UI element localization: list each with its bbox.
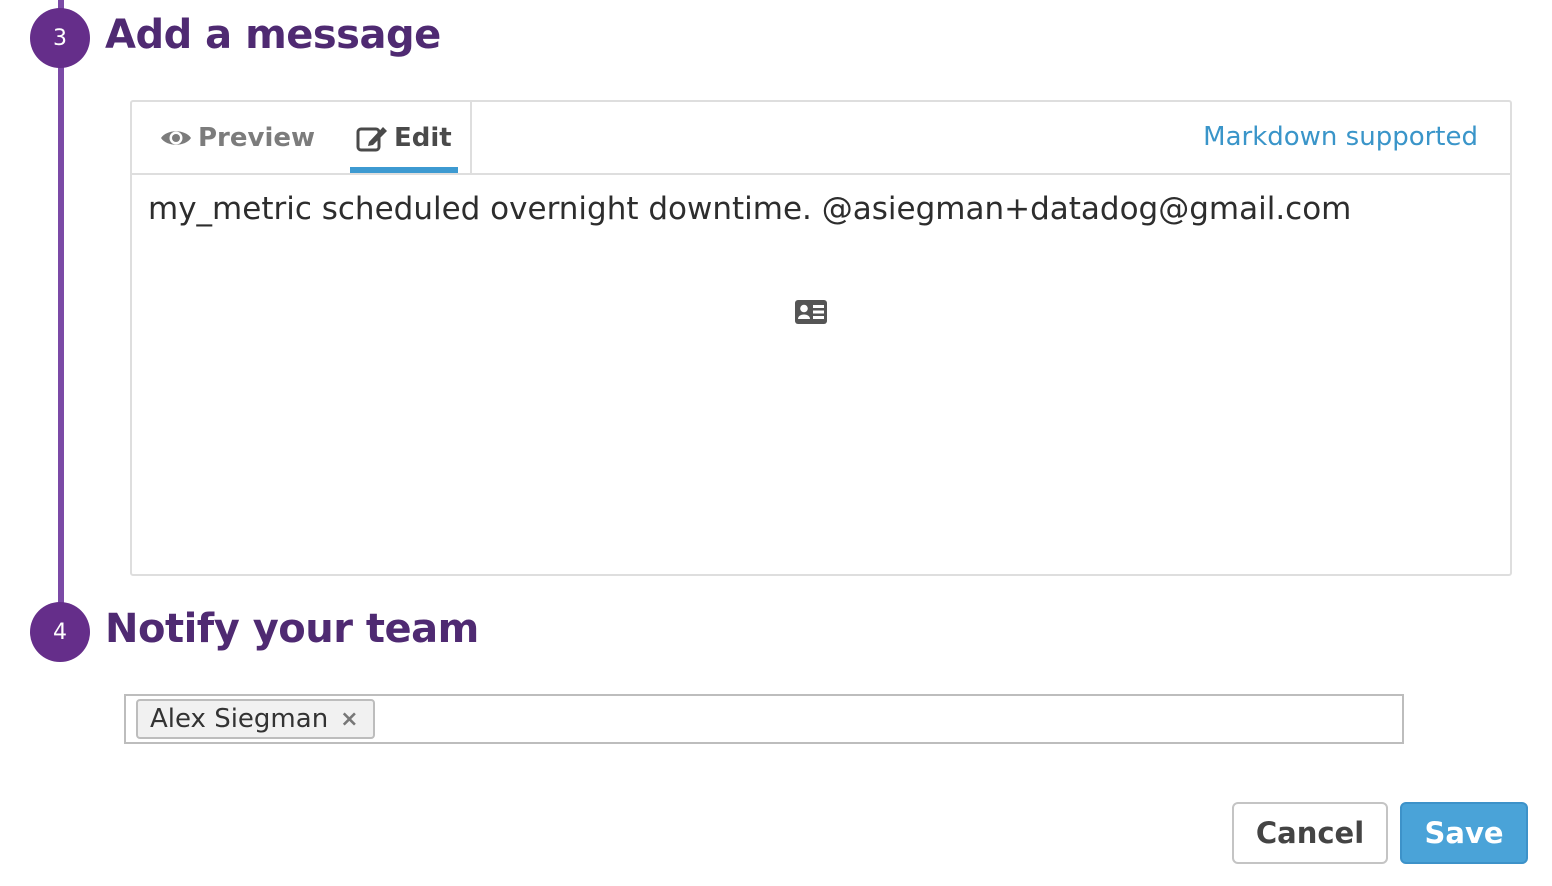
eye-icon [160, 127, 192, 149]
step-timeline-line [58, 0, 64, 606]
recipient-name: Alex Siegman [150, 704, 329, 734]
step-number-badge: 3 [30, 8, 90, 68]
message-textarea[interactable]: my_metric scheduled overnight downtime. … [132, 175, 1510, 574]
notify-recipients-input[interactable]: Alex Siegman × [124, 694, 1404, 744]
message-editor: Preview Edit Markdown supported my_metri… [130, 100, 1512, 576]
editor-tab-bar: Preview Edit Markdown supported [132, 102, 1510, 175]
section-title-add-message: Add a message [105, 12, 441, 58]
editor-tab-group: Preview Edit [132, 102, 472, 173]
tab-preview[interactable]: Preview [160, 102, 315, 173]
markdown-supported-link[interactable]: Markdown supported [1203, 122, 1478, 152]
edit-icon [356, 123, 388, 153]
save-button[interactable]: Save [1400, 802, 1528, 864]
section-title-notify-team: Notify your team [105, 606, 479, 652]
tab-edit[interactable]: Edit [350, 102, 458, 173]
step-number-badge: 4 [30, 602, 90, 662]
contact-card-icon[interactable] [794, 299, 828, 329]
recipient-chip: Alex Siegman × [136, 699, 375, 739]
remove-recipient-icon[interactable]: × [340, 707, 358, 732]
tab-edit-label: Edit [394, 122, 452, 153]
cancel-button[interactable]: Cancel [1232, 802, 1388, 864]
tab-preview-label: Preview [198, 122, 316, 153]
message-text: my_metric scheduled overnight downtime. … [148, 191, 1352, 227]
